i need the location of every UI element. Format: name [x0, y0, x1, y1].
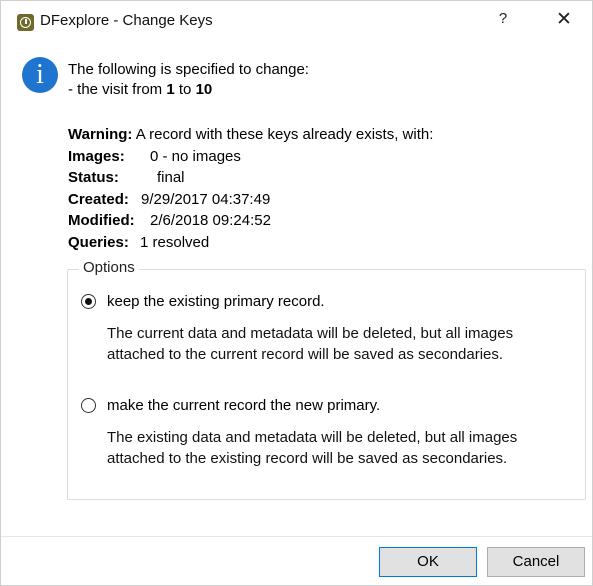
ok-button[interactable]: OK [379, 547, 477, 577]
message-line-2: - the visit from 1 to 10 [68, 81, 213, 98]
options-legend: Options [79, 259, 139, 276]
status-row: Status: final [68, 169, 185, 186]
make-primary-description: The existing data and metadata will be d… [107, 429, 518, 467]
app-clock-icon [17, 14, 34, 31]
change-message: The following is specified to change: - … [68, 60, 309, 100]
from-value: 1 [166, 81, 175, 98]
title-bar: DFexplore - Change Keys ? ✕ [1, 1, 592, 39]
queries-row: Queries: 1 resolved [68, 233, 210, 251]
cancel-button[interactable]: Cancel [487, 547, 585, 577]
to-value: 10 [195, 81, 213, 98]
keep-primary-label[interactable]: keep the existing primary record. [107, 293, 325, 310]
message-line-1: The following is specified to change: [68, 61, 309, 78]
keep-primary-radio[interactable] [81, 294, 96, 309]
footer-separator [1, 536, 592, 537]
help-button[interactable]: ? [488, 10, 518, 32]
created-row: Created: 9/29/2017 04:37:49 [68, 190, 271, 208]
info-icon: i [22, 57, 58, 93]
warning-row: Warning: A record with these keys alread… [68, 126, 434, 143]
make-primary-radio[interactable] [81, 398, 96, 413]
modified-row: Modified: 2/6/2018 09:24:52 [68, 212, 271, 229]
make-primary-label[interactable]: make the current record the new primary. [107, 397, 380, 414]
window-title: DFexplore - Change Keys [40, 12, 213, 29]
images-row: Images: 0 - no images [68, 147, 241, 165]
change-keys-dialog: DFexplore - Change Keys ? ✕ i The follow… [0, 0, 593, 586]
existing-record-details: Warning: A record with these keys alread… [68, 124, 433, 253]
keep-primary-description: The current data and metadata will be de… [107, 325, 514, 363]
close-button[interactable]: ✕ [549, 8, 579, 32]
radio-selected-dot [85, 298, 92, 305]
